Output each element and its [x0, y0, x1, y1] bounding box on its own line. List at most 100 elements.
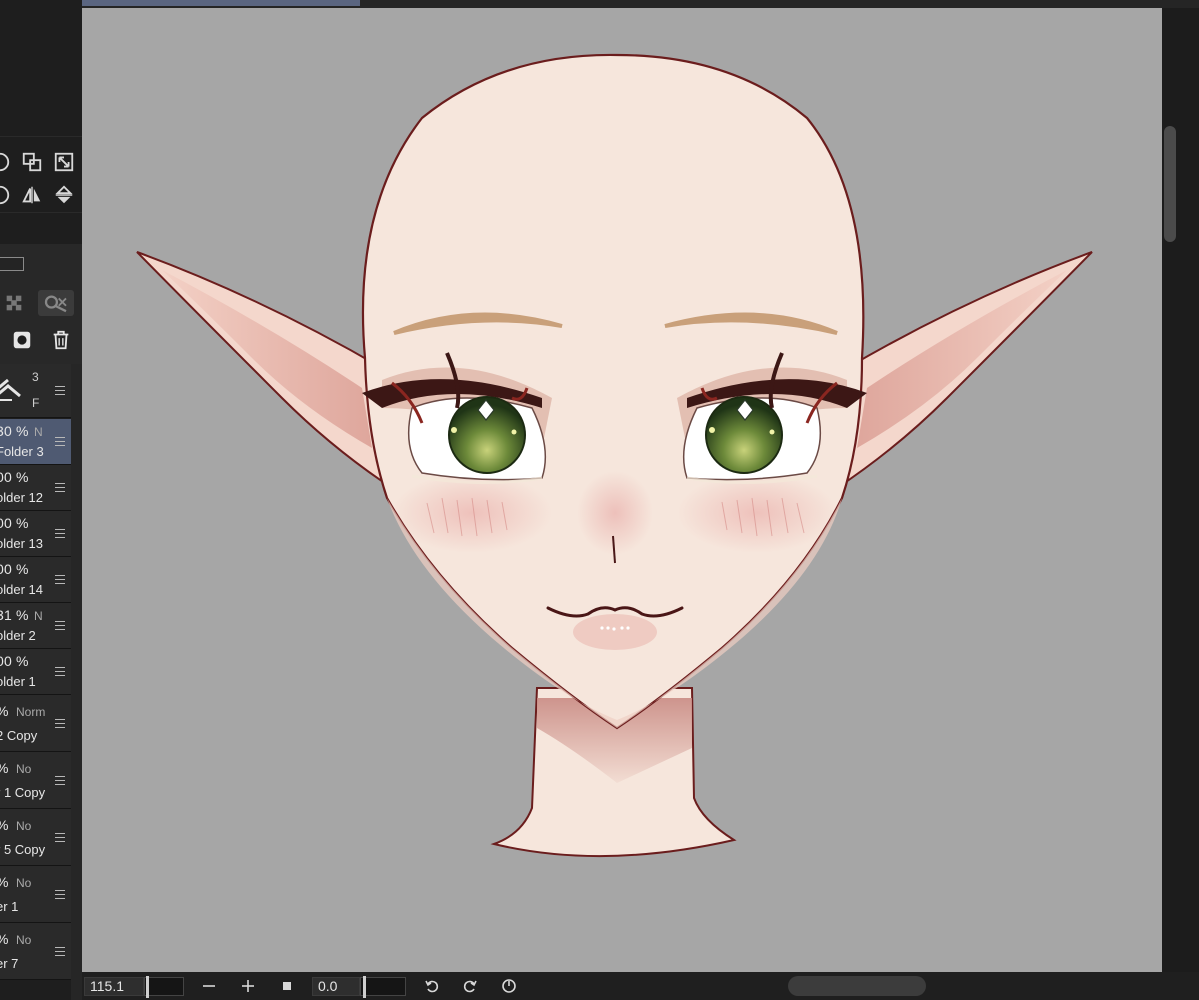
layer-name: Folder 3: [0, 444, 44, 459]
layer-name: r 1 Copy: [0, 785, 46, 800]
layer-name: older 1: [0, 674, 36, 689]
reference-layer-icon[interactable]: [38, 290, 74, 316]
layer-name: 2 Copy: [0, 728, 38, 743]
artwork-elf-face: [136, 53, 1093, 858]
layer-name: older 14: [0, 582, 43, 597]
drag-handle-icon[interactable]: [55, 718, 65, 729]
left-panel: 3 F 30 % N Folder 3 00 % older 12 00 % older 1…: [0, 0, 82, 1000]
zoom-out-button[interactable]: [198, 976, 220, 996]
layer-row[interactable]: 00 % older 13: [0, 511, 71, 557]
layer-row[interactable]: % No er 7: [0, 923, 71, 980]
plus-icon: [242, 980, 254, 992]
layer-blend-mode: N: [34, 425, 43, 439]
layer-row[interactable]: 00 % older 14: [0, 557, 71, 603]
layer-count: 3: [32, 370, 39, 384]
layer-opacity: 00 %: [0, 653, 29, 669]
layer-name: older 12: [0, 490, 43, 505]
rotate-icon[interactable]: [0, 150, 12, 174]
layer-blend-mode: No: [16, 762, 32, 776]
rotate-right-icon: [463, 980, 477, 993]
navigator-bottom-bar: 115.1 0.0: [82, 972, 1199, 1000]
document-tab-strip: [82, 0, 1199, 8]
rotate-right-button[interactable]: [459, 976, 481, 996]
rotate-left-button[interactable]: [421, 976, 443, 996]
zoom-in-button[interactable]: [237, 976, 259, 996]
panel-divider: [0, 136, 82, 137]
active-document-tab[interactable]: [82, 0, 360, 6]
layer-opacity: %: [0, 703, 9, 719]
flip-vertical-icon[interactable]: [52, 183, 76, 207]
fit-window-icon[interactable]: [20, 150, 44, 174]
drag-handle-icon[interactable]: [55, 437, 65, 447]
actual-size-button[interactable]: [276, 976, 298, 996]
folder-layers-icon: [0, 378, 22, 404]
checker-icon[interactable]: [2, 291, 26, 315]
layer-blend-mode: N: [34, 609, 43, 623]
vertical-scrollbar[interactable]: [1162, 8, 1199, 972]
reset-rotation-icon: [502, 979, 516, 993]
drag-handle-icon[interactable]: [55, 775, 65, 786]
layer-row[interactable]: 30 % N Folder 3: [0, 419, 71, 465]
layer-row[interactable]: % No r 5 Copy: [0, 809, 71, 866]
layer-row[interactable]: 00 % older 12: [0, 465, 71, 511]
layer-mask-icon[interactable]: [10, 328, 34, 352]
rotation-value-field[interactable]: 0.0: [312, 977, 360, 996]
layer-opacity: 00 %: [0, 515, 29, 531]
drag-handle-icon[interactable]: [55, 889, 65, 900]
layer-opacity: 31 %: [0, 607, 29, 623]
expand-icon[interactable]: [52, 150, 76, 174]
drag-handle-icon[interactable]: [55, 946, 65, 957]
layer-row[interactable]: 31 % Nolder 2: [0, 603, 71, 649]
layer-blend-mode: Norm: [16, 705, 46, 719]
rotate-left-icon: [425, 980, 439, 993]
layer-row[interactable]: % No er 1: [0, 866, 71, 923]
layer-opacity: %: [0, 931, 9, 947]
drag-handle-icon[interactable]: [55, 667, 65, 677]
layer-list-scrollbar[interactable]: [71, 364, 82, 1000]
layer-blend-mode: No: [16, 819, 32, 833]
drag-handle-icon[interactable]: [55, 529, 65, 539]
layer-opacity: %: [0, 874, 9, 890]
layer-opacity: 00 %: [0, 561, 29, 577]
drag-handle-icon[interactable]: [55, 575, 65, 585]
minus-icon: [203, 985, 215, 987]
layer-name: older 13: [0, 536, 43, 551]
rotation-slider-knob[interactable]: [363, 976, 366, 998]
panel-divider: [0, 212, 82, 213]
layer-mode: F: [32, 396, 40, 410]
layer-row[interactable]: 00 % older 1: [0, 649, 71, 695]
reset-icon[interactable]: [0, 183, 12, 207]
rotation-slider[interactable]: [360, 976, 406, 998]
zoom-slider-fill: [145, 978, 183, 995]
layer-opacity: 30 %: [0, 423, 29, 439]
zoom-slider[interactable]: [144, 976, 184, 998]
trash-icon[interactable]: [49, 328, 73, 352]
zoom-value-field[interactable]: 115.1: [84, 977, 144, 996]
layer-name: er 1: [0, 899, 19, 914]
drag-handle-icon[interactable]: [55, 483, 65, 493]
drag-handle-icon[interactable]: [55, 832, 65, 843]
vertical-scroll-thumb[interactable]: [1164, 126, 1176, 242]
blend-mode-field[interactable]: [0, 257, 24, 271]
drag-handle-icon[interactable]: [55, 386, 65, 398]
layer-name: er 7: [0, 956, 19, 971]
layer-blend-mode: No: [16, 933, 32, 947]
layer-name: r 5 Copy: [0, 842, 46, 857]
layer-name: older 2: [0, 628, 36, 643]
paint-app-window: 3 F 30 % N Folder 3 00 % older 12 00 % older 1…: [0, 0, 1199, 1000]
layer-row[interactable]: % No r 1 Copy: [0, 752, 71, 809]
drag-handle-icon[interactable]: [55, 621, 65, 631]
drawing-canvas[interactable]: [82, 8, 1162, 972]
square-icon: [283, 982, 291, 990]
flip-horizontal-icon[interactable]: [20, 183, 44, 207]
reset-rotation-button[interactable]: [498, 976, 520, 996]
layer-opacity: 00 %: [0, 469, 29, 485]
layer-row[interactable]: % Norm 2 Copy: [0, 695, 71, 752]
layer-opacity: %: [0, 817, 9, 833]
zoom-slider-knob[interactable]: [146, 976, 149, 998]
layer-blend-mode: No: [16, 876, 32, 890]
layer-opacity: %: [0, 760, 9, 776]
layer-row-header[interactable]: 3 F: [0, 364, 71, 418]
horizontal-scroll-thumb[interactable]: [788, 976, 926, 996]
rotation-slider-fill: [361, 978, 405, 995]
